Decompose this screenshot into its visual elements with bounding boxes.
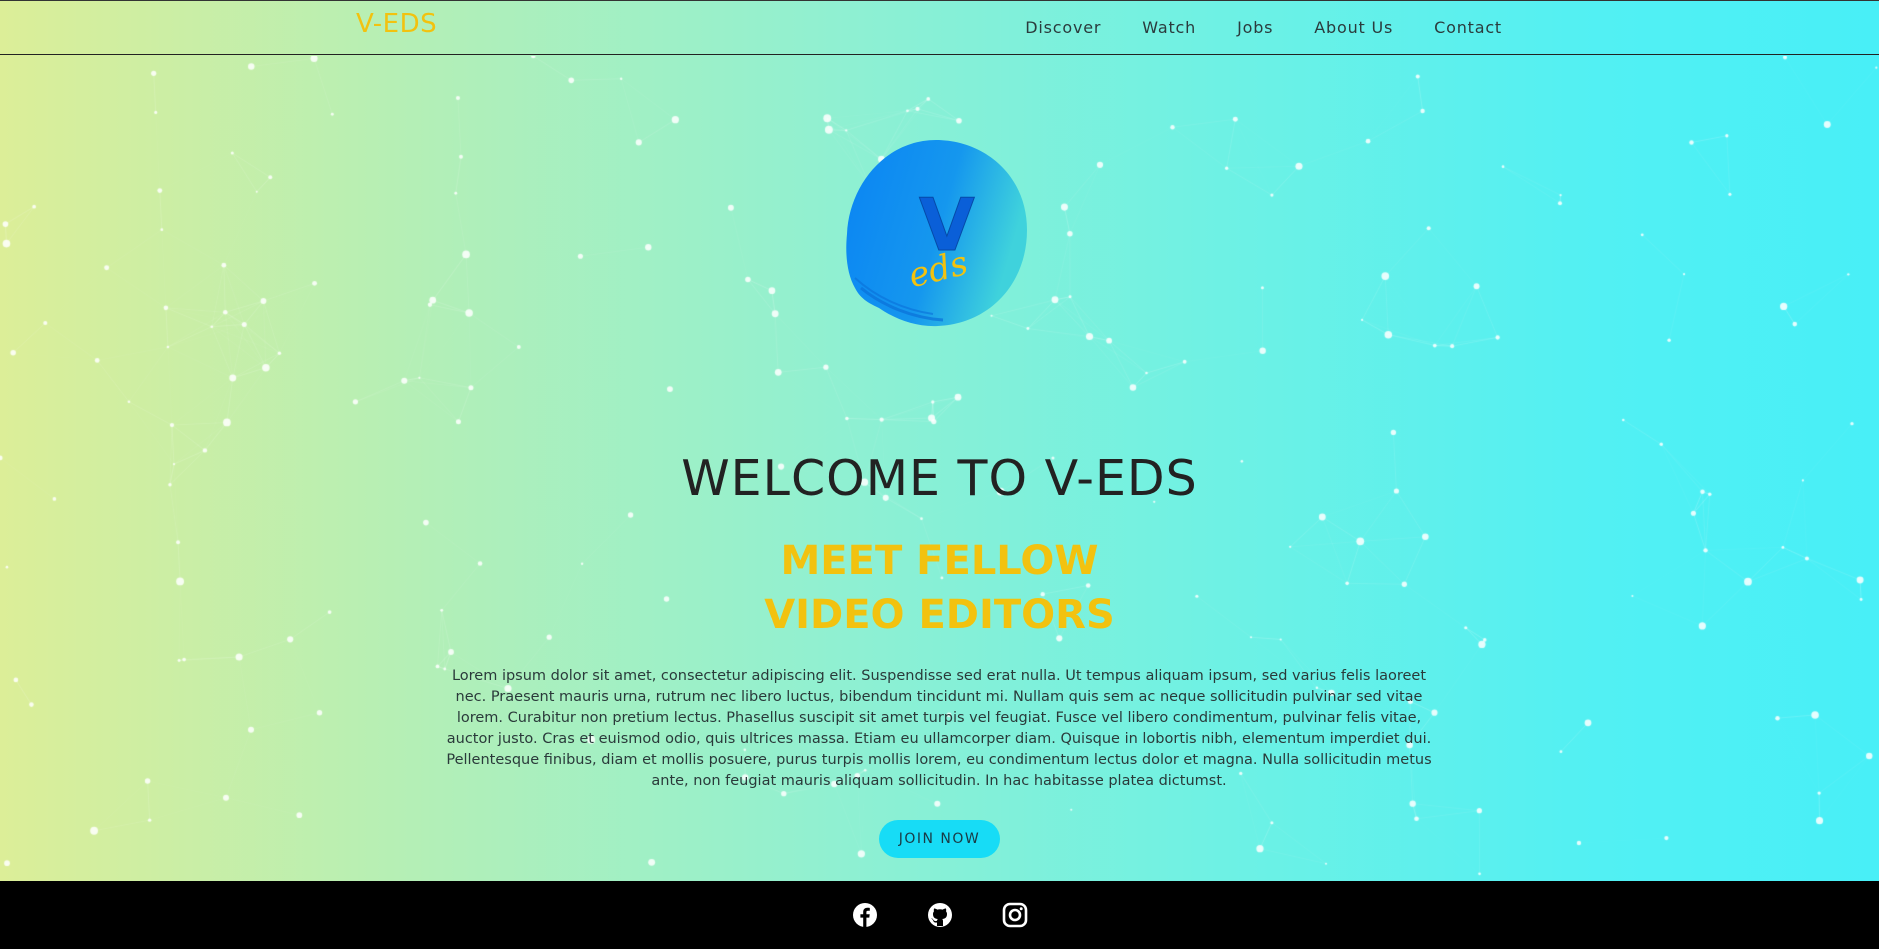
hero-subtitle: MEET FELLOW VIDEO EDITORS (0, 534, 1879, 642)
nav-links: Discover Watch Jobs About Us Contact (984, 18, 1502, 37)
github-icon[interactable] (927, 902, 953, 928)
page-title: WELCOME TO V-EDS (681, 450, 1198, 507)
footer (0, 881, 1879, 949)
nav-link-watch[interactable]: Watch (1142, 18, 1196, 37)
veds-logo: V eds (846, 140, 1027, 327)
nav-link-jobs[interactable]: Jobs (1237, 18, 1273, 37)
nav-link-contact[interactable]: Contact (1434, 18, 1502, 37)
facebook-icon[interactable] (852, 902, 878, 928)
instagram-icon[interactable] (1002, 902, 1028, 928)
join-now-button[interactable]: JOIN NOW (879, 820, 1000, 858)
hero-section: V eds WELCOME TO V-EDS MEET FELLOW VIDEO… (0, 56, 1879, 881)
subtitle-line-1: MEET FELLOW (780, 538, 1099, 584)
navbar: V-EDS Discover Watch Jobs About Us Conta… (0, 0, 1879, 55)
subtitle-line-2: VIDEO EDITORS (764, 592, 1115, 638)
brand-logo-link[interactable]: V-EDS (356, 9, 437, 39)
nav-link-about-us[interactable]: About Us (1314, 18, 1393, 37)
nav-link-discover[interactable]: Discover (1025, 18, 1101, 37)
hero-description: Lorem ipsum dolor sit amet, consectetur … (446, 668, 1432, 789)
